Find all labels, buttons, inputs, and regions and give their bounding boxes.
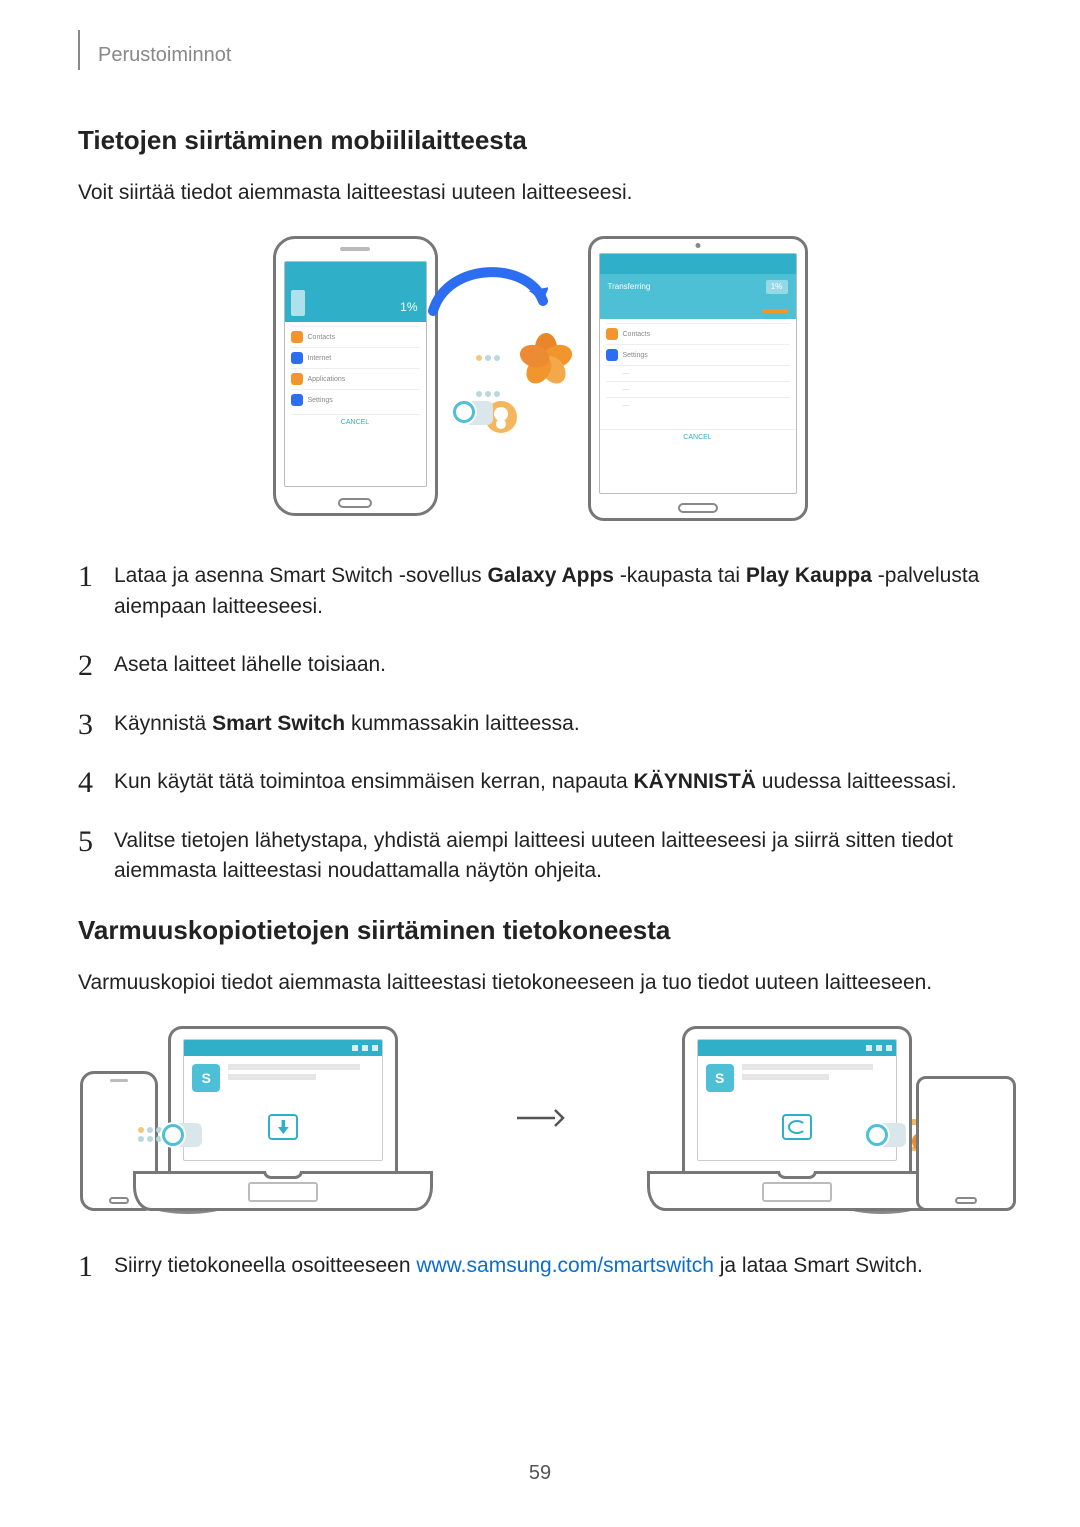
scene-restore: S	[591, 1026, 1002, 1211]
smartswitch-link[interactable]: www.samsung.com/smartswitch	[416, 1254, 714, 1277]
globe-icon	[291, 352, 303, 364]
step-4: Kun käytät tätä toimintoa ensimmäisen ke…	[78, 767, 1002, 797]
step-2: Aseta laitteet lähelle toisiaan.	[78, 650, 1002, 680]
contacts-icon	[291, 331, 303, 343]
apps-icon	[291, 373, 303, 385]
mini-tablet	[916, 1076, 1016, 1211]
gear-icon	[606, 349, 618, 361]
transfer-arrow-cluster	[438, 236, 538, 521]
download-icon	[268, 1114, 298, 1140]
scene-backup: S	[78, 1026, 489, 1211]
section-2-intro: Varmuuskopioi tiedot aiemmasta laitteest…	[78, 968, 1002, 998]
section-1-intro: Voit siirtää tiedot aiemmasta laitteesta…	[78, 178, 1002, 208]
restore-icon	[782, 1114, 812, 1140]
gear-icon	[291, 394, 303, 406]
list-item-label: Applications	[308, 376, 346, 383]
tablet-percent: 1%	[766, 280, 788, 294]
header-title: Perustoiminnot	[98, 44, 231, 67]
step-3: Käynnistä Smart Switch kummassakin laitt…	[78, 709, 1002, 739]
tablet-mockup: Transferring 1% Contacts Settings — — — …	[588, 236, 808, 521]
cancel-button: CANCEL	[291, 414, 420, 426]
list-item-label: Contacts	[308, 334, 336, 341]
smartswitch-badge: S	[706, 1064, 734, 1092]
section-1-heading: Tietojen siirtäminen mobiililaitteesta	[78, 125, 1002, 156]
transfer-percent: 1%	[400, 300, 417, 314]
transferring-label: Transferring	[608, 282, 651, 291]
laptop-mockup: S	[133, 1026, 433, 1211]
laptop-mockup: S	[647, 1026, 947, 1211]
list-item-label: Internet	[308, 355, 332, 362]
page-header: Perustoiminnot	[78, 40, 1002, 70]
sync-icon	[162, 1124, 184, 1146]
phone-mockup: 1% Contacts Internet Applications Settin…	[273, 236, 438, 516]
step-5: Valitse tietojen lähetystapa, yhdistä ai…	[78, 826, 1002, 887]
illustration-mobile-transfer: 1% Contacts Internet Applications Settin…	[78, 236, 1002, 521]
section-2-steps: Siirry tietokoneella osoitteeseen www.sa…	[78, 1251, 1002, 1281]
sync-icon	[866, 1124, 888, 1146]
arrow-right-icon	[509, 1106, 572, 1130]
illustration-pc-transfer: S	[78, 1026, 1002, 1211]
list-item-label: Contacts	[623, 331, 651, 338]
cancel-button: CANCEL	[600, 429, 796, 441]
step-1: Lataa ja asenna Smart Switch -sovellus G…	[78, 561, 1002, 622]
gallery-flower-icon	[524, 326, 568, 370]
step-1: Siirry tietokoneella osoitteeseen www.sa…	[78, 1251, 1002, 1281]
list-item-label: Settings	[308, 397, 333, 404]
smartswitch-badge: S	[192, 1064, 220, 1092]
header-rule	[78, 30, 80, 70]
sync-icon	[453, 401, 475, 423]
section-2-heading: Varmuuskopiotietojen siirtäminen tietoko…	[78, 915, 1002, 946]
list-item-label: Settings	[623, 352, 648, 359]
contacts-icon	[606, 328, 618, 340]
page-number: 59	[0, 1462, 1080, 1485]
section-1-steps: Lataa ja asenna Smart Switch -sovellus G…	[78, 561, 1002, 886]
